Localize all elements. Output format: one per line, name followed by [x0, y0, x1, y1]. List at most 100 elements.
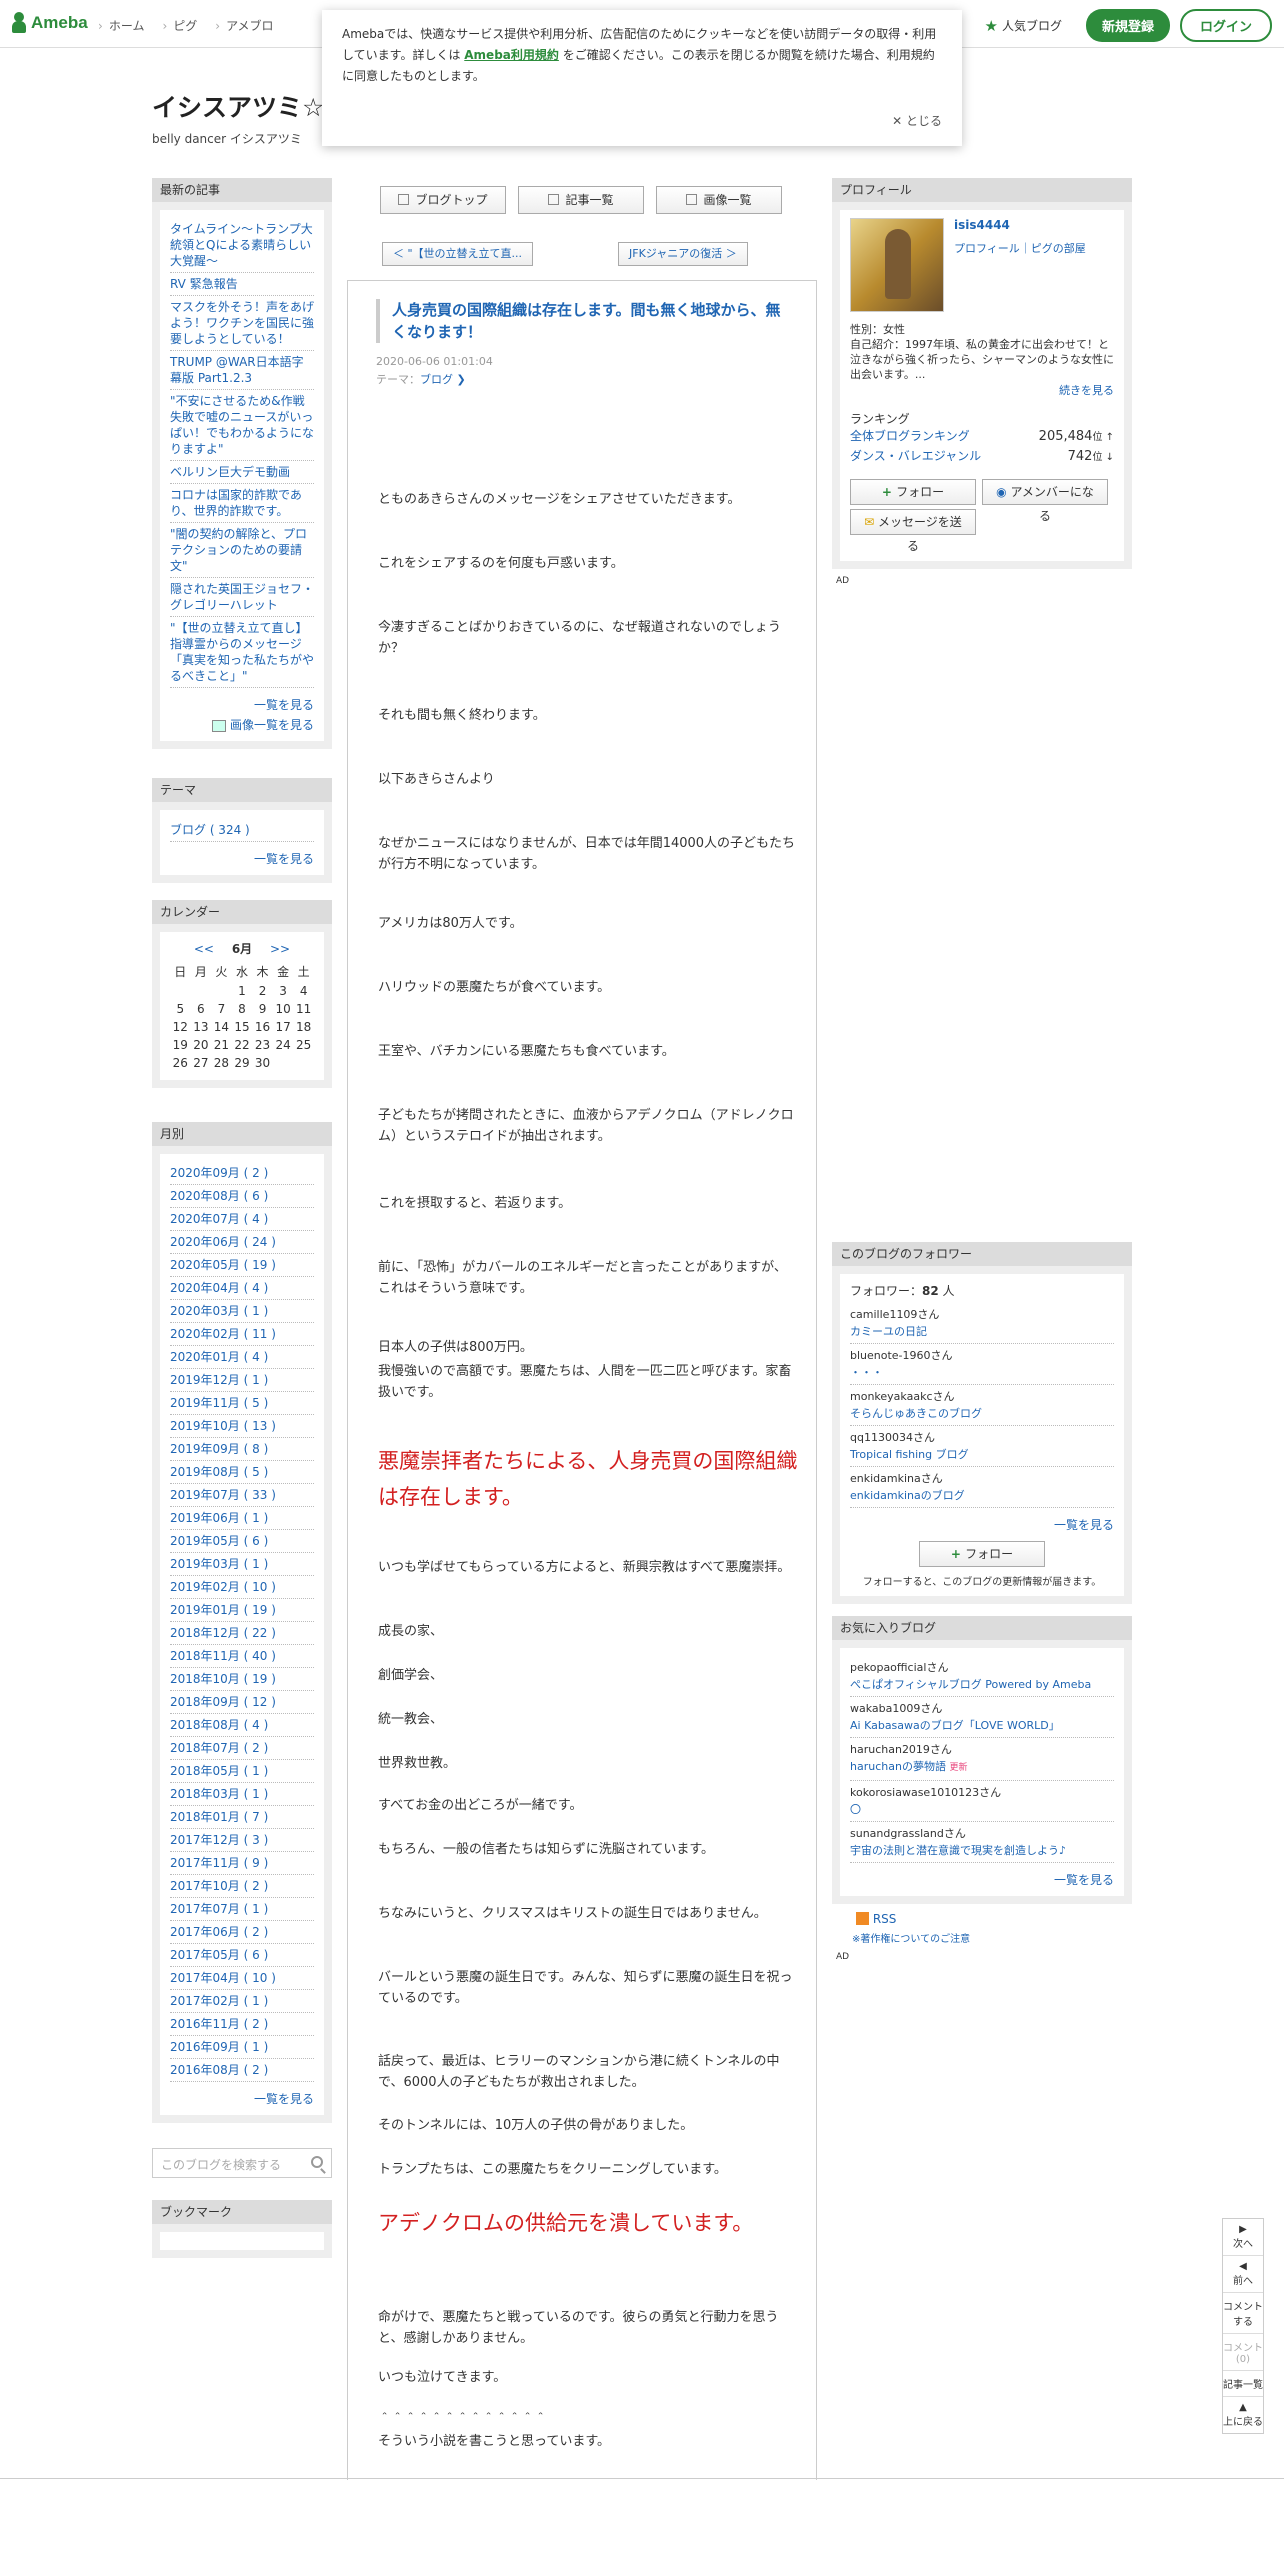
login-button[interactable]: ログイン — [1179, 9, 1272, 42]
register-button[interactable]: 新規登録 — [1085, 9, 1170, 42]
archive-item[interactable]: 2020年08月 ( 6 ) — [170, 1185, 314, 1208]
archive-item[interactable]: 2018年12月 ( 22 ) — [170, 1622, 314, 1645]
follower-item[interactable]: enkidamkinaさん enkidamkinaのブログ — [850, 1467, 1114, 1508]
profile-name[interactable]: isis4444 — [954, 218, 1086, 232]
archive-item[interactable]: 2017年11月 ( 9 ) — [170, 1852, 314, 1875]
archive-item[interactable]: 2019年10月 ( 13 ) — [170, 1415, 314, 1438]
terms-link[interactable]: Ameba利用規約 — [464, 48, 559, 62]
recent-entry[interactable]: ベルリン巨大デモ動画 — [170, 461, 314, 484]
archive-item[interactable]: 2018年03月 ( 1 ) — [170, 1783, 314, 1806]
image-list-button[interactable]: 画像一覧 — [656, 186, 782, 214]
archive-item[interactable]: 2016年09月 ( 1 ) — [170, 2036, 314, 2059]
recent-entry[interactable]: マスクを外そう！声をあげよう！ワクチンを国民に強要しようとしている！ — [170, 296, 314, 351]
archive-item[interactable]: 2019年02月 ( 10 ) — [170, 1576, 314, 1599]
rss-link[interactable]: RSS — [856, 1912, 896, 1926]
archive-item[interactable]: 2018年05月 ( 1 ) — [170, 1760, 314, 1783]
favorite-item[interactable]: pekopaofficialさん ぺこぱオフィシャルブログ Powered by … — [850, 1656, 1114, 1697]
favorites-more-link[interactable]: 一覧を見る — [850, 1871, 1114, 1888]
article-title[interactable]: 人身売買の国際組織は存在します。間も無く地球から、無くなります！ — [376, 299, 786, 343]
archive-item[interactable]: 2016年11月 ( 2 ) — [170, 2013, 314, 2036]
recent-entry[interactable]: 隠された英国王ジョセフ・グレゴリーハレット — [170, 578, 314, 617]
amember-button[interactable]: ◉ アメンバーになる — [982, 479, 1108, 523]
archive-item[interactable]: 2020年09月 ( 2 ) — [170, 1162, 314, 1185]
archive-item[interactable]: 2019年07月 ( 33 ) — [170, 1484, 314, 1507]
ranking-name[interactable]: 全体ブログランキング — [850, 427, 970, 447]
archive-item[interactable]: 2020年05月 ( 19 ) — [170, 1254, 314, 1277]
archive-item[interactable]: 2017年07月 ( 1 ) — [170, 1898, 314, 1921]
back-to-top-button[interactable]: ▲ 上に戻る — [1223, 2397, 1263, 2433]
recent-entry[interactable]: "【世の立替え立て直し】指導霊からのメッセージ「真実を知った私たちがやるべきこと… — [170, 617, 314, 688]
next-entry-button[interactable]: JFKジャニアの復活 ＞ — [618, 242, 748, 266]
archive-item[interactable]: 2019年03月 ( 1 ) — [170, 1553, 314, 1576]
prev-entry-button[interactable]: ＜ "【世の立替え立て直... — [382, 242, 534, 266]
archive-item[interactable]: 2020年03月 ( 1 ) — [170, 1300, 314, 1323]
popular-blog-link[interactable]: ★ 人気ブログ — [985, 17, 1062, 35]
comment-button[interactable]: コメントする — [1223, 2293, 1263, 2334]
archive-item[interactable]: 2017年05月 ( 6 ) — [170, 1944, 314, 1967]
archive-item[interactable]: 2019年08月 ( 5 ) — [170, 1461, 314, 1484]
ranking-name[interactable]: ダンス・バレエジャンル — [850, 447, 981, 467]
image-list-link[interactable]: 画像一覧を見る — [170, 716, 314, 733]
blog-search-input[interactable]: このブログを検索する — [152, 2148, 332, 2178]
recent-entry[interactable]: RV 緊急報告 — [170, 273, 314, 296]
recent-more-link[interactable]: 一覧を見る — [170, 696, 314, 713]
follow-button[interactable]: + フォロー — [850, 479, 976, 505]
archive-item[interactable]: 2019年05月 ( 6 ) — [170, 1530, 314, 1553]
profile-read-more[interactable]: 続きを見る — [850, 382, 1114, 398]
message-button[interactable]: ✉ メッセージを送る — [850, 509, 976, 553]
archive-item[interactable]: 2020年02月 ( 11 ) — [170, 1323, 314, 1346]
cookie-close-button[interactable]: ✕ とじる — [892, 111, 942, 132]
followers-more-link[interactable]: 一覧を見る — [850, 1516, 1114, 1533]
theme-item[interactable]: ブログ ( 324 ) — [170, 818, 314, 842]
archive-item[interactable]: 2020年01月 ( 4 ) — [170, 1346, 314, 1369]
archive-more-link[interactable]: 一覧を見る — [170, 2090, 314, 2107]
ameba-logo[interactable]: Ameba — [10, 12, 88, 34]
archive-item[interactable]: 2018年08月 ( 4 ) — [170, 1714, 314, 1737]
archive-item[interactable]: 2018年09月 ( 12 ) — [170, 1691, 314, 1714]
profile-avatar[interactable] — [850, 218, 944, 312]
archive-item[interactable]: 2018年07月 ( 2 ) — [170, 1737, 314, 1760]
archive-item[interactable]: 2020年06月 ( 24 ) — [170, 1231, 314, 1254]
archive-item[interactable]: 2019年09月 ( 8 ) — [170, 1438, 314, 1461]
blog-top-button[interactable]: ブログトップ — [380, 186, 506, 214]
archive-item[interactable]: 2020年07月 ( 4 ) — [170, 1208, 314, 1231]
recent-entry[interactable]: コロナは国家的詐欺であり、世界的詐欺です。 — [170, 484, 314, 523]
entry-list-button[interactable]: 記事一覧 — [518, 186, 644, 214]
follower-item[interactable]: camille1109さん カミーユの日記 — [850, 1303, 1114, 1344]
article-theme-link[interactable]: ブログ ❯ — [420, 373, 466, 386]
nav-pigg[interactable]: ピグ — [162, 17, 197, 34]
blog-title[interactable]: イシスアツミ☆ — [152, 88, 324, 124]
archive-item[interactable]: 2019年12月 ( 1 ) — [170, 1369, 314, 1392]
archive-item[interactable]: 2016年08月 ( 2 ) — [170, 2059, 314, 2082]
copyright-note[interactable]: ※著作権についてのご注意 — [852, 1930, 970, 1945]
archive-item[interactable]: 2017年12月 ( 3 ) — [170, 1829, 314, 1852]
recent-entry[interactable]: TRUMP @WAR日本語字幕版 Part1.2.3 — [170, 351, 314, 390]
profile-links[interactable]: プロフィール｜ピグの部屋 — [954, 240, 1086, 256]
theme-more-link[interactable]: 一覧を見る — [170, 850, 314, 867]
prev-button[interactable]: ◀ 前へ — [1223, 2256, 1263, 2293]
favorite-item[interactable]: wakaba1009さん Ai Kabasawaのブログ「LOVE WORLD」 — [850, 1697, 1114, 1738]
archive-item[interactable]: 2017年02月 ( 1 ) — [170, 1990, 314, 2013]
nav-home[interactable]: ホーム — [98, 17, 145, 34]
search-icon[interactable] — [311, 2156, 323, 2168]
archive-item[interactable]: 2019年01月 ( 19 ) — [170, 1599, 314, 1622]
entry-list-float-button[interactable]: 記事一覧 — [1223, 2371, 1263, 2397]
archive-item[interactable]: 2020年04月 ( 4 ) — [170, 1277, 314, 1300]
archive-item[interactable]: 2017年06月 ( 2 ) — [170, 1921, 314, 1944]
favorite-item[interactable]: sunandgrasslandさん 宇宙の法則と潜在意識で現実を創造しよう♪ — [850, 1822, 1114, 1863]
archive-item[interactable]: 2017年10月 ( 2 ) — [170, 1875, 314, 1898]
recent-entry[interactable]: "闇の契約の解除と、プロテクションのための要請文" — [170, 523, 314, 578]
nav-ameblo[interactable]: アメブロ — [215, 17, 273, 34]
recent-entry[interactable]: タイムライン〜トランプ大統領とQによる素晴らしい大覚醒〜 — [170, 218, 314, 273]
follower-item[interactable]: qq1130034さん Tropical fishing ブログ — [850, 1426, 1114, 1467]
calendar-next[interactable]: >> — [270, 942, 290, 956]
favorite-item[interactable]: haruchan2019さん haruchanの夢物語 更新 — [850, 1738, 1114, 1781]
archive-item[interactable]: 2019年11月 ( 5 ) — [170, 1392, 314, 1415]
follow-button-2[interactable]: + フォロー — [919, 1541, 1045, 1567]
calendar-prev[interactable]: << — [194, 942, 214, 956]
archive-item[interactable]: 2019年06月 ( 1 ) — [170, 1507, 314, 1530]
follower-item[interactable]: monkeyakaakcさん そらんじゅあきこのブログ — [850, 1385, 1114, 1426]
favorite-item[interactable]: kokorosiawase1010123さん〇 — [850, 1781, 1114, 1822]
archive-item[interactable]: 2018年11月 ( 40 ) — [170, 1645, 314, 1668]
recent-entry[interactable]: "不安にさせるため&作戦失敗で嘘のニュースがいっぱい！でもわかるようになりますよ… — [170, 390, 314, 461]
